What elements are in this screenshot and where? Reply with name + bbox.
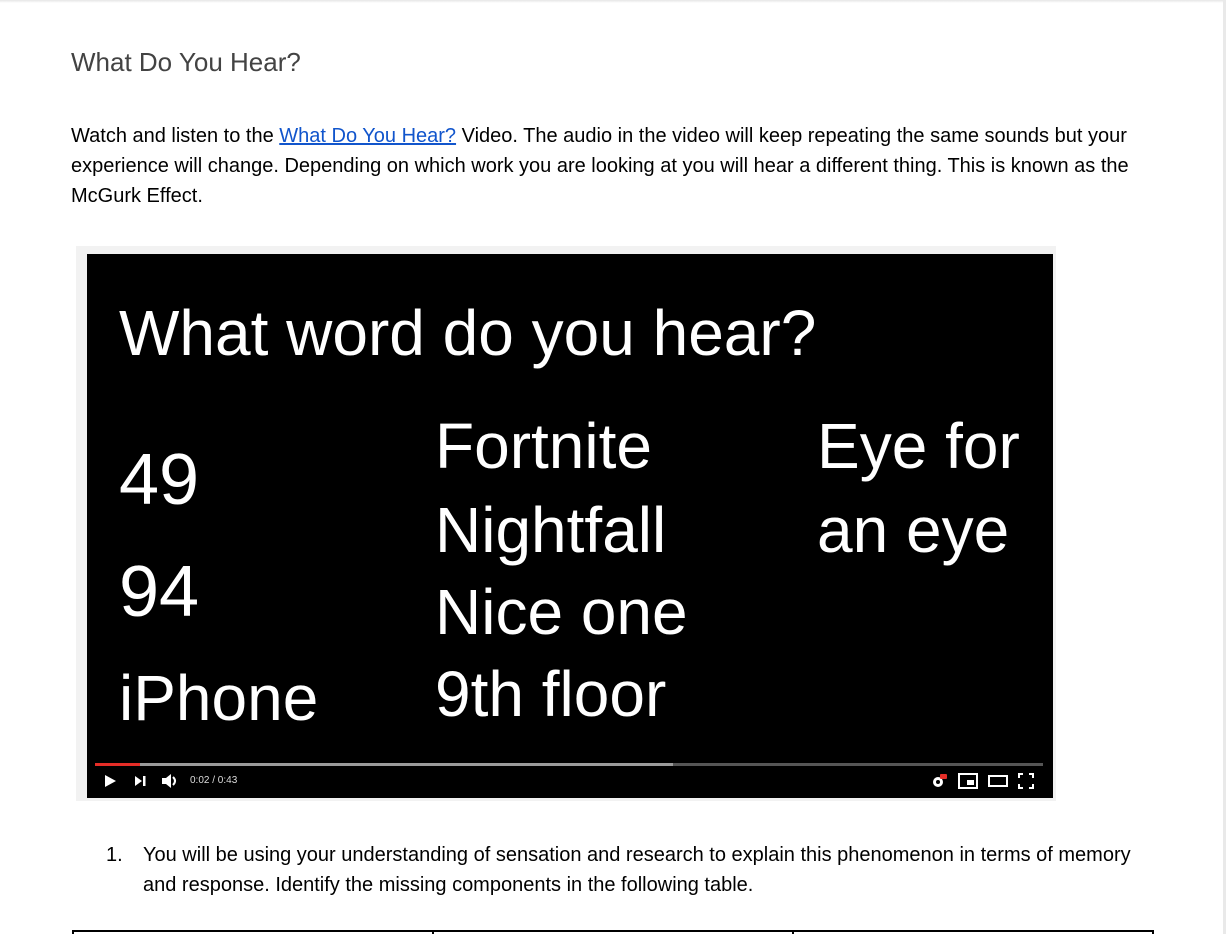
- intro-text-start: Watch and listen to the: [71, 125, 280, 147]
- video-word: Nice one: [435, 576, 688, 648]
- miniplayer-icon[interactable]: [957, 772, 979, 795]
- video-word: 94: [119, 552, 200, 632]
- table-top-border: [72, 930, 1154, 932]
- table-cell-divider: [432, 930, 434, 934]
- time-display: 0:02 / 0:43: [190, 775, 238, 786]
- volume-icon[interactable]: [159, 772, 181, 795]
- table-cell-divider: [792, 930, 794, 934]
- video-word: Nightfall: [435, 494, 667, 566]
- progress-buffered: [95, 763, 674, 766]
- play-icon[interactable]: [101, 772, 119, 795]
- table-cell-divider: [72, 930, 74, 934]
- video-player[interactable]: What word do you hear? 49 94 iPhone Fort…: [87, 254, 1053, 798]
- video-word: iPhone: [119, 662, 319, 734]
- video-title: What word do you hear?: [119, 297, 817, 369]
- progress-played: [95, 763, 140, 766]
- list-number: 1.: [106, 844, 123, 866]
- theater-icon[interactable]: [987, 772, 1009, 795]
- page-top-edge: [0, 0, 1226, 3]
- section-heading: What Do You Hear?: [71, 47, 301, 77]
- video-word: an eye: [817, 494, 1010, 566]
- video-word: Eye for: [817, 410, 1020, 482]
- settings-icon[interactable]: [929, 772, 947, 795]
- table-cell-divider: [1152, 930, 1154, 934]
- document-page: What Do You Hear? Watch and listen to th…: [0, 0, 1226, 934]
- video-word: 49: [119, 440, 200, 520]
- fullscreen-icon[interactable]: [1017, 772, 1035, 795]
- video-link[interactable]: What Do You Hear?: [279, 125, 456, 147]
- next-icon[interactable]: [131, 772, 149, 795]
- intro-paragraph: Watch and listen to the What Do You Hear…: [71, 121, 1151, 211]
- progress-bar[interactable]: [95, 763, 1043, 766]
- list-item-text: You will be using your understanding of …: [143, 844, 1131, 896]
- video-word: Fortnite: [435, 410, 652, 482]
- video-word: 9th floor: [435, 658, 667, 730]
